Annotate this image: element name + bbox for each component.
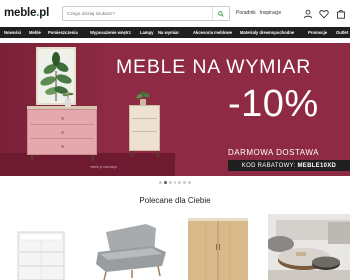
cart-button[interactable] xyxy=(335,8,346,19)
hero-discount: -10% xyxy=(228,83,319,125)
nav-item-promocje[interactable]: Promocje xyxy=(308,30,327,35)
account-button[interactable] xyxy=(302,8,313,19)
nav-item-nowosci[interactable]: Nowości xyxy=(4,30,21,35)
coupon-label: KOD RABATOWY: xyxy=(241,162,296,169)
small-plant-illustration xyxy=(136,91,150,106)
vase-illustration xyxy=(62,91,74,107)
carousel-dot-active[interactable] xyxy=(164,181,167,184)
section-title-recommended: Polecane dla Ciebie xyxy=(139,196,211,205)
carousel-dot[interactable] xyxy=(173,181,177,184)
link-inspiracje[interactable]: Inspiracje xyxy=(260,10,281,16)
header-links: Poradnik Inspiracje xyxy=(236,10,285,16)
search-button[interactable] xyxy=(212,7,229,20)
link-poradnik[interactable]: Poradnik xyxy=(236,10,256,16)
carousel-dots xyxy=(0,181,350,185)
carousel-dot[interactable] xyxy=(168,181,172,184)
nav-item-meble[interactable]: Meble xyxy=(29,30,41,35)
coupon-code: MEBLE10XD xyxy=(297,162,337,169)
hero-watermark: meble.pl aranżacja xyxy=(90,165,117,169)
product-image-wardrobe xyxy=(188,218,248,280)
carousel-dot[interactable] xyxy=(188,181,191,184)
hero-floor xyxy=(0,153,175,176)
site-logo[interactable]: meble.pl xyxy=(4,7,49,19)
hero-subtitle: DARMOWA DOSTAWA xyxy=(228,148,319,157)
nav-item-outlet[interactable]: Outlet xyxy=(336,30,348,35)
carousel-dot[interactable] xyxy=(178,181,182,184)
search-icon xyxy=(218,10,224,17)
user-icon xyxy=(303,9,312,18)
product-card-armchair[interactable] xyxy=(92,214,172,280)
logo-text: meble xyxy=(4,7,37,19)
nav-item-wyposazenie[interactable]: Wyposażenie wnętrz xyxy=(90,30,131,35)
nav-item-lampy[interactable]: Lampy xyxy=(140,30,154,35)
hero-pink-dresser xyxy=(27,109,97,155)
search-input[interactable] xyxy=(67,8,207,19)
product-image-armchair xyxy=(96,224,166,280)
carousel-dot[interactable] xyxy=(183,181,186,184)
nav-item-na-wymiar[interactable]: Na wymiar xyxy=(158,30,179,35)
hero-title: MEBLE NA WYMIAR xyxy=(116,56,312,78)
product-card-coffee-table[interactable] xyxy=(268,214,350,280)
carousel-dot[interactable] xyxy=(159,181,162,184)
wishlist-button[interactable] xyxy=(318,8,329,19)
nav-item-akcesoria[interactable]: Akcesoria meblowe xyxy=(193,30,232,35)
heart-icon xyxy=(318,9,329,18)
logo-tld: pl xyxy=(39,7,50,19)
hero-banner[interactable]: MEBLE NA WYMIAR -10% DARMOWA DOSTAWA KOD… xyxy=(0,43,350,176)
site-header: meble.pl Poradnik Inspiracje xyxy=(0,0,350,27)
main-nav: Nowości Meble Pomieszczenia Wyposażenie … xyxy=(0,27,350,38)
product-image-shelf xyxy=(17,231,65,280)
nav-item-materialy[interactable]: Materiały drewnopochodne xyxy=(240,30,294,35)
coupon-badge: KOD RABATOWY: MEBLE10XD xyxy=(228,160,350,171)
search-box xyxy=(62,6,230,21)
product-carousel xyxy=(0,214,350,280)
hero-beige-cabinet xyxy=(129,105,160,151)
product-image-coffee-table xyxy=(268,214,350,280)
product-card-wardrobe[interactable] xyxy=(184,214,252,280)
nav-item-pomieszczenia[interactable]: Pomieszczenia xyxy=(48,30,78,35)
product-card-shelf[interactable] xyxy=(6,214,76,280)
shopping-bag-icon xyxy=(336,9,345,19)
